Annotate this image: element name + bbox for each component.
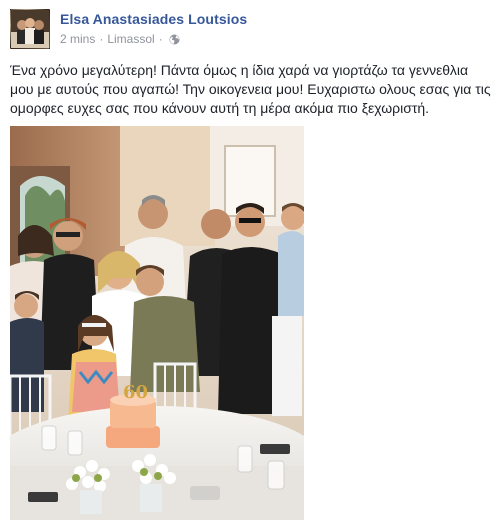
cake-topper-number: 60 xyxy=(123,382,148,403)
meta-separator-2: · xyxy=(158,32,163,46)
post-text: Ένα χρόνο μεγαλύτερη! Πάντα όμως η ίδια … xyxy=(10,62,491,116)
post-timestamp[interactable]: 2 mins xyxy=(60,32,95,46)
globe-icon[interactable] xyxy=(169,34,180,45)
author-avatar[interactable] xyxy=(10,9,50,49)
author-name-link[interactable]: Elsa Anastasiades Loutsios xyxy=(60,11,247,27)
post-location[interactable]: Limassol xyxy=(107,32,154,46)
post-meta: 2 mins · Limassol · xyxy=(60,32,180,46)
meta-separator: · xyxy=(99,32,104,46)
facebook-post: Elsa Anastasiades Loutsios 2 mins · Lima… xyxy=(0,0,503,527)
post-photo[interactable]: 60 xyxy=(10,126,304,520)
